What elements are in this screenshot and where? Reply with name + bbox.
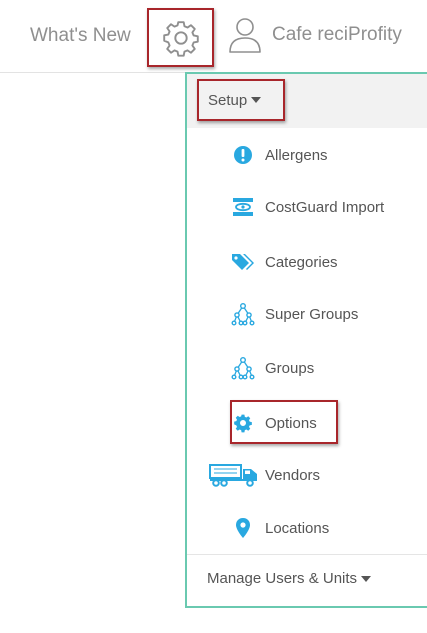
menu-item-label: Vendors (265, 466, 321, 484)
caret-down-icon (251, 97, 262, 103)
manage-users-units-dropdown[interactable]: Manage Users & Units (207, 570, 372, 587)
user-icon (229, 18, 261, 53)
menu-item-label: Allergens (265, 146, 328, 164)
truck-icon (209, 463, 259, 487)
hierarchy-icon (227, 356, 259, 380)
menu-item-allergens[interactable]: Allergens (227, 140, 328, 170)
settings-button[interactable] (147, 8, 214, 67)
menu-item-label: CostGuard Import (265, 198, 385, 216)
tags-icon (227, 250, 259, 274)
costguard-icon (227, 195, 259, 219)
setup-section-header: Setup (187, 74, 427, 128)
whats-new-link[interactable]: What's New (30, 25, 131, 47)
caret-down-icon (361, 575, 372, 582)
menu-item-label: Groups (265, 359, 315, 377)
map-pin-icon (227, 516, 259, 540)
settings-dropdown-menu: Setup Allergens CostGuard Import Categor… (185, 72, 427, 608)
menu-item-label: Super Groups (265, 305, 359, 323)
setup-dropdown-button[interactable]: Setup (197, 79, 285, 121)
menu-item-costguard-import[interactable]: CostGuard Import (227, 192, 384, 222)
user-menu[interactable]: Cafe reciProfity (228, 16, 402, 54)
gear-icon (227, 411, 259, 435)
menu-item-label: Locations (265, 519, 330, 537)
menu-item-label: Options (265, 414, 317, 432)
user-name: Cafe reciProfity (272, 24, 402, 45)
menu-item-super-groups[interactable]: Super Groups (227, 299, 358, 329)
manage-users-units-label: Manage Users & Units (207, 570, 358, 587)
menu-item-options[interactable]: Options (227, 408, 317, 438)
menu-item-vendors[interactable]: Vendors (209, 460, 320, 490)
menu-item-categories[interactable]: Categories (227, 247, 338, 277)
exclamation-circle-icon (227, 143, 259, 167)
top-bar: What's New Cafe reciProfity (0, 0, 427, 73)
menu-item-locations[interactable]: Locations (227, 513, 329, 543)
menu-item-label: Categories (265, 253, 338, 271)
menu-item-groups[interactable]: Groups (227, 353, 314, 383)
hierarchy-icon (227, 302, 259, 326)
gear-icon (162, 20, 199, 57)
setup-label: Setup (208, 91, 248, 109)
menu-divider (187, 554, 427, 555)
